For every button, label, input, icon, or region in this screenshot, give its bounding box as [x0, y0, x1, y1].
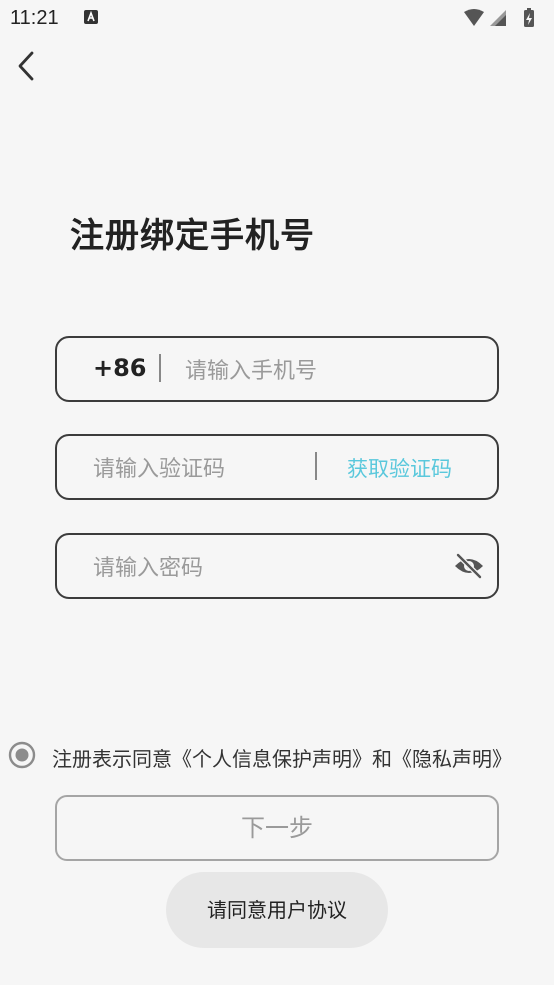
get-code-button[interactable]: 获取验证码 [347, 453, 452, 483]
next-button[interactable]: 下一步 [55, 795, 499, 861]
agreement-text[interactable]: 注册表示同意《个人信息保护声明》和《隐私声明》 [52, 743, 512, 772]
code-placeholder: 请输入验证码 [93, 457, 226, 482]
toast-message: 请同意用户协议 [166, 872, 388, 948]
verification-code-input[interactable]: 请输入验证码 获取验证码 [55, 434, 499, 500]
phone-placeholder: 请输入手机号 [185, 359, 318, 384]
divider [159, 354, 161, 382]
back-button[interactable] [12, 48, 44, 84]
status-time: 11:21 [10, 7, 59, 29]
status-bar: 11:21 [0, 0, 554, 38]
agreement-row: 注册表示同意《个人信息保护声明》和《隐私声明》 [8, 739, 554, 773]
password-input[interactable]: 请输入密码 [55, 533, 499, 599]
page-title: 注册绑定手机号 [70, 216, 315, 256]
eye-off-icon[interactable] [453, 552, 485, 580]
chevron-left-icon [18, 51, 34, 81]
divider [315, 452, 317, 480]
notification-a-icon [84, 10, 98, 24]
country-code-prefix[interactable]: +86 [93, 354, 147, 382]
agreement-radio[interactable] [8, 741, 36, 769]
phone-input[interactable]: +86 请输入手机号 [55, 336, 499, 402]
password-placeholder: 请输入密码 [93, 556, 204, 581]
system-status-icons [464, 8, 534, 27]
wifi-icon [464, 9, 484, 26]
